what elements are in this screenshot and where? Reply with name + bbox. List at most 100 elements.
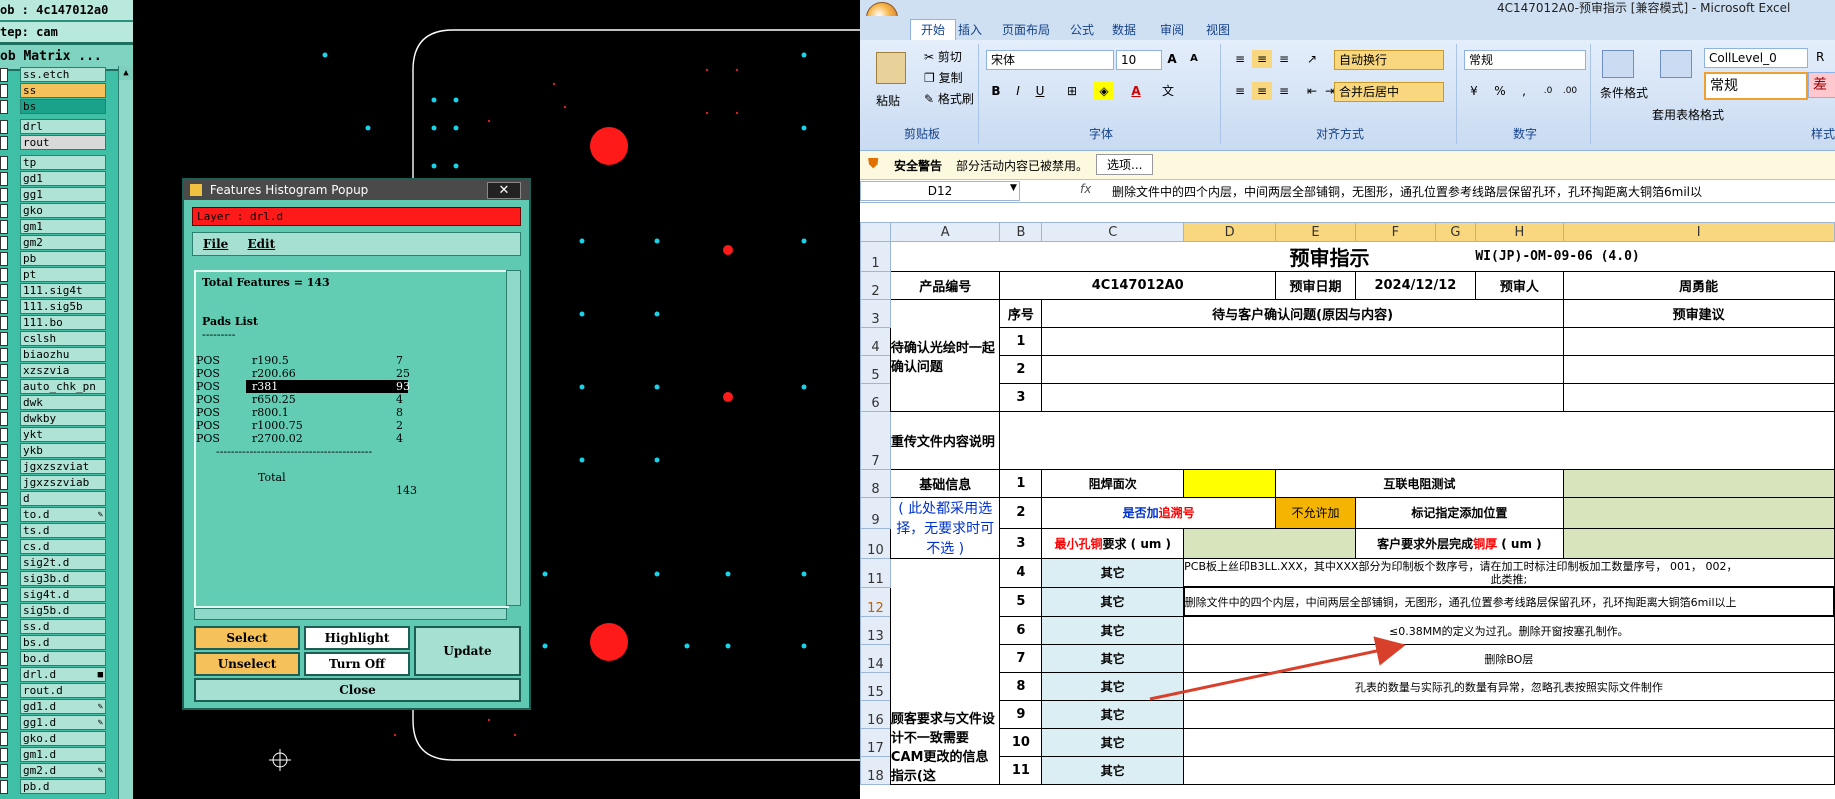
highlight-button[interactable]: Highlight bbox=[304, 626, 410, 650]
layer-checkbox[interactable] bbox=[0, 780, 8, 794]
layer-checkbox[interactable] bbox=[0, 460, 8, 474]
layer-name[interactable]: gm2.d ✎ bbox=[20, 763, 106, 778]
layer-row[interactable]: d bbox=[0, 490, 108, 506]
layer-checkbox[interactable] bbox=[0, 700, 8, 714]
layer-row[interactable]: auto_chk_pn bbox=[0, 378, 108, 394]
font-color-icon[interactable]: A bbox=[1126, 82, 1146, 100]
fill-color-icon[interactable]: ◈ bbox=[1094, 82, 1114, 100]
pad-row[interactable]: POS r190.5 7 bbox=[196, 354, 507, 367]
cell-style-name[interactable]: CollLevel_0 bbox=[1704, 48, 1808, 68]
layer-checkbox[interactable] bbox=[0, 284, 8, 298]
layer-checkbox[interactable] bbox=[0, 716, 8, 730]
layer-row[interactable]: sig3b.d bbox=[0, 570, 108, 586]
italic-icon[interactable]: I bbox=[1008, 82, 1028, 100]
font-name-select[interactable]: 宋体 bbox=[986, 50, 1114, 70]
layer-name[interactable]: sig2t.d bbox=[20, 555, 106, 570]
layer-name[interactable]: ss bbox=[20, 83, 106, 98]
layer-name[interactable]: gm1 bbox=[20, 219, 106, 234]
layer-checkbox[interactable] bbox=[0, 120, 8, 134]
layer-checkbox[interactable] bbox=[0, 428, 8, 442]
cut-button[interactable]: ✂ 剪切 bbox=[924, 48, 962, 65]
layer-name[interactable]: gm1.d bbox=[20, 747, 106, 762]
layer-row[interactable]: to.d ✎ bbox=[0, 506, 108, 522]
layer-name[interactable]: drl bbox=[20, 119, 106, 134]
popup-close-button[interactable]: Close bbox=[194, 678, 521, 702]
function-icon[interactable]: fx bbox=[1080, 182, 1091, 196]
layer-row[interactable]: cslsh bbox=[0, 330, 108, 346]
layer-name[interactable]: sig3b.d bbox=[20, 571, 106, 586]
layer-name[interactable]: sig5b.d bbox=[20, 603, 106, 618]
paste-button[interactable]: 粘贴 bbox=[876, 92, 900, 109]
layer-row[interactable]: gg1 bbox=[0, 186, 108, 202]
layer-name[interactable]: biaozhu bbox=[20, 347, 106, 362]
layer-row[interactable]: ykb bbox=[0, 442, 108, 458]
layer-name[interactable]: to.d ✎ bbox=[20, 507, 106, 522]
layer-checkbox[interactable] bbox=[0, 572, 8, 586]
worksheet-grid[interactable]: A B C D E F G H I 1 预审指示 WI(JP)-OM-09-06… bbox=[860, 222, 1835, 799]
scroll-up-icon[interactable]: ▲ bbox=[119, 66, 133, 80]
ribbon-tab[interactable]: 审阅 bbox=[1160, 20, 1184, 40]
layer-row[interactable]: cs.d bbox=[0, 538, 108, 554]
layer-name[interactable]: rout bbox=[20, 135, 106, 150]
layer-name[interactable]: cs.d bbox=[20, 539, 106, 554]
layer-name[interactable]: auto_chk_pn bbox=[20, 379, 106, 394]
layer-checkbox[interactable] bbox=[0, 396, 8, 410]
border-icon[interactable]: ⊞ bbox=[1062, 82, 1082, 100]
align-left-icon[interactable]: ≡ bbox=[1230, 82, 1250, 100]
formula-input[interactable]: 删除文件中的四个内层，中间两层全部铺铜，无图形，通孔位置参考线路层保留孔环，孔环… bbox=[1112, 183, 1702, 200]
layer-checkbox[interactable] bbox=[0, 604, 8, 618]
decrease-decimal-icon[interactable]: .00 bbox=[1560, 82, 1580, 100]
layer-name[interactable]: pb bbox=[20, 251, 106, 266]
layer-checkbox[interactable] bbox=[0, 540, 8, 554]
popup-titlebar[interactable]: Features Histogram Popup ✕ bbox=[184, 180, 529, 200]
align-middle-icon[interactable]: ≡ bbox=[1252, 50, 1272, 68]
layer-row[interactable]: tp bbox=[0, 154, 108, 170]
layer-name[interactable]: gg1.d ✎ bbox=[20, 715, 106, 730]
layer-name[interactable]: 111.sig4t bbox=[20, 283, 106, 298]
layer-name[interactable]: xzszvia bbox=[20, 363, 106, 378]
font-size-select[interactable]: 10 bbox=[1116, 50, 1162, 70]
underline-icon[interactable]: U bbox=[1030, 82, 1050, 100]
layer-name[interactable]: bo.d bbox=[20, 651, 106, 666]
layer-name[interactable]: bs.d bbox=[20, 635, 106, 650]
layer-checkbox[interactable] bbox=[0, 84, 8, 98]
layer-checkbox[interactable] bbox=[0, 492, 8, 506]
layer-row[interactable]: dwkby bbox=[0, 410, 108, 426]
layer-row[interactable]: ts.d bbox=[0, 522, 108, 538]
layer-row[interactable]: ss.etch bbox=[0, 66, 108, 82]
pad-row[interactable]: POS r1000.75 2 bbox=[196, 419, 507, 432]
layer-row[interactable]: gko.d bbox=[0, 730, 108, 746]
layer-name[interactable]: 111.sig5b bbox=[20, 299, 106, 314]
align-right-icon[interactable]: ≡ bbox=[1274, 82, 1294, 100]
style-normal[interactable]: 常规 bbox=[1704, 72, 1808, 100]
currency-icon[interactable]: ¥ bbox=[1464, 82, 1484, 100]
layer-name[interactable]: jgxzszviat bbox=[20, 459, 106, 474]
layer-name[interactable]: gm2 bbox=[20, 235, 106, 250]
pad-row[interactable]: POS r381 93 bbox=[196, 380, 507, 393]
update-button[interactable]: Update bbox=[414, 626, 521, 676]
layer-name[interactable]: gg1 bbox=[20, 187, 106, 202]
layer-row[interactable]: gd1.d ✎ bbox=[0, 698, 108, 714]
layer-name[interactable]: rout.d bbox=[20, 683, 106, 698]
layer-checkbox[interactable] bbox=[0, 316, 8, 330]
align-bottom-icon[interactable]: ≡ bbox=[1274, 50, 1294, 68]
histogram-horizontal-scrollbar[interactable] bbox=[194, 608, 507, 620]
layer-row[interactable]: gm2 bbox=[0, 234, 108, 250]
comma-icon[interactable]: , bbox=[1514, 82, 1534, 100]
format-painter-button[interactable]: ✎ 格式刷 bbox=[924, 90, 974, 107]
align-center-icon[interactable]: ≡ bbox=[1252, 82, 1272, 100]
orientation-icon[interactable]: ↗ bbox=[1302, 50, 1322, 68]
layer-name[interactable]: cslsh bbox=[20, 331, 106, 346]
layer-name[interactable]: ykb bbox=[20, 443, 106, 458]
layer-checkbox[interactable] bbox=[0, 620, 8, 634]
histogram-text-area[interactable]: Total Features = 143 Pads List ---------… bbox=[194, 270, 509, 608]
layer-row[interactable]: ss bbox=[0, 82, 108, 98]
close-icon[interactable]: ✕ bbox=[487, 182, 521, 199]
layer-row[interactable]: pb bbox=[0, 250, 108, 266]
layer-checkbox[interactable] bbox=[0, 136, 8, 150]
layer-row[interactable]: drl.d ■ bbox=[0, 666, 108, 682]
layer-checkbox[interactable] bbox=[0, 220, 8, 234]
percent-icon[interactable]: % bbox=[1490, 82, 1510, 100]
layer-row[interactable]: rout.d bbox=[0, 682, 108, 698]
layer-name[interactable]: 111.bo bbox=[20, 315, 106, 330]
